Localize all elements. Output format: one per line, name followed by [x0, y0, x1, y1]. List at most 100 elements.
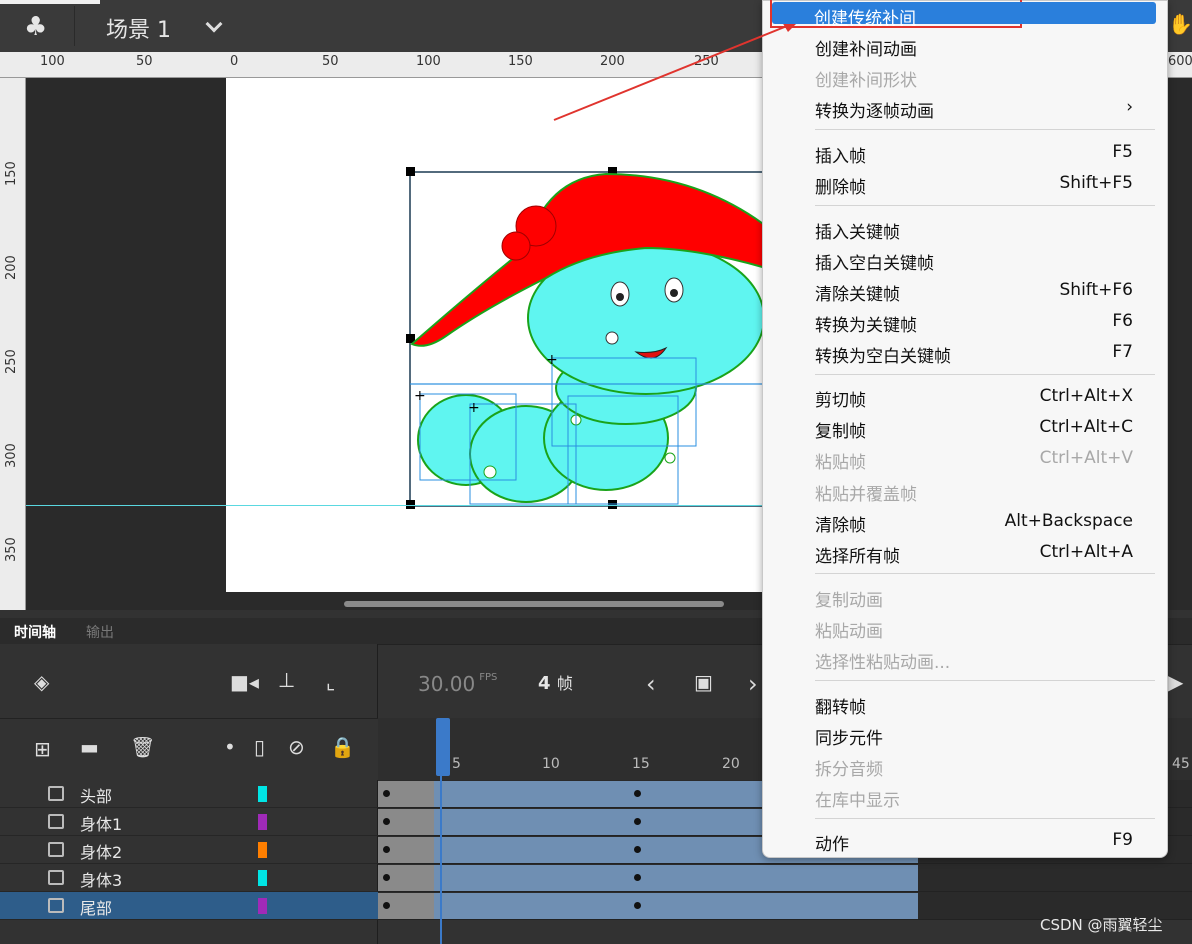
new-layer-icon[interactable]: ⊞ [34, 737, 51, 761]
horizontal-scrollbar[interactable] [344, 601, 724, 607]
layer-row[interactable]: 身体2 [0, 836, 378, 864]
graph-icon[interactable]: ⌞ [326, 670, 335, 694]
ruler-label: 150 [4, 161, 19, 186]
layers-icon[interactable]: ◈ [34, 670, 49, 694]
menu-item[interactable]: 转换为逐帧动画 › [815, 97, 1133, 125]
layer-icon [48, 786, 64, 801]
guide-line[interactable] [26, 505, 766, 506]
chevron-left-icon[interactable]: ‹ [646, 670, 656, 698]
menu-item[interactable]: 清除帧 Alt+Backspace [815, 511, 1133, 539]
layer-row[interactable]: 头部 [0, 780, 378, 808]
hand-tool-icon[interactable]: ✋ [1168, 12, 1192, 36]
frame-count: 4 [538, 673, 551, 694]
play-icon[interactable]: ▶ [1168, 670, 1183, 694]
menu-item[interactable]: 插入空白关键帧 [815, 249, 1133, 277]
menu-separator [815, 374, 1155, 375]
watermark: CSDN @雨翼轻尘 [1040, 916, 1163, 934]
ruler-label: 350 [4, 537, 19, 562]
menu-separator [815, 205, 1155, 206]
menu-item[interactable]: 复制帧 Ctrl+Alt+C [815, 417, 1133, 445]
divider [74, 6, 75, 46]
onion-skin-icon[interactable]: ▣ [694, 670, 713, 694]
layer-name[interactable]: 身体2 [80, 839, 122, 863]
menu-item: 粘贴动画 [815, 622, 883, 642]
menu-item[interactable]: 剪切帧 Ctrl+Alt+X [815, 386, 1133, 414]
menu-separator [815, 129, 1155, 130]
fps-display[interactable]: 30.00 FPS [418, 672, 497, 696]
dot-icon[interactable]: • [224, 735, 236, 759]
menu-item: 拆分音频 [815, 760, 883, 780]
fps-unit: FPS [479, 672, 498, 683]
chevron-down-icon[interactable] [205, 15, 223, 33]
layer-color-swatch[interactable] [258, 870, 267, 886]
frame-track[interactable] [378, 864, 1192, 892]
menu-item[interactable]: 转换为关键帧 F6 [815, 311, 1133, 339]
menu-separator [815, 680, 1155, 681]
menu-item[interactable]: 同步元件 [815, 724, 1133, 752]
menu-item[interactable]: 创建补间动画 [815, 35, 1133, 63]
layer-row[interactable]: 身体1 [0, 808, 378, 836]
tab-timeline[interactable]: 时间轴 [14, 622, 56, 642]
menu-item[interactable]: 动作 F9 [815, 830, 1133, 858]
layer-header: ⊞ ▬ 🗑 • ▯ ⊘ 🔒 [0, 718, 378, 780]
layer-row[interactable]: 身体3 [0, 864, 378, 892]
playhead[interactable] [436, 718, 450, 776]
menu-item[interactable]: 翻转帧 [815, 693, 1133, 721]
ruler-label: 300 [4, 443, 19, 468]
ruler-label: 200 [4, 255, 19, 280]
lock-icon[interactable]: 🔒 [330, 735, 355, 759]
layer-color-swatch[interactable] [258, 786, 267, 802]
ruler-label: 0 [230, 54, 239, 69]
window-edge [0, 0, 100, 4]
menu-item: 在库中显示 [815, 791, 900, 811]
camera-icon[interactable]: ■◂ [230, 670, 259, 694]
caterpillar-artwork[interactable]: + + + [226, 78, 771, 592]
layer-color-swatch[interactable] [258, 814, 267, 830]
ruler-label: 200 [600, 54, 625, 69]
menu-item[interactable]: 转换为空白关键帧 F7 [815, 342, 1133, 370]
layer-icon [48, 898, 64, 913]
ruler-label: 50 [136, 54, 153, 69]
scene-title[interactable]: 场景 1 [106, 12, 171, 44]
ruler-label: 250 [4, 349, 19, 374]
svg-text:+: + [468, 400, 480, 416]
layer-name[interactable]: 头部 [80, 783, 112, 807]
layer-name[interactable]: 身体1 [80, 811, 122, 835]
ruler-label: 150 [508, 54, 533, 69]
layer-icon [48, 842, 64, 857]
ruler-label: 100 [416, 54, 441, 69]
outline-icon[interactable]: ▯ [254, 735, 265, 759]
layer-icon [48, 870, 64, 885]
chevron-right-icon[interactable]: › [748, 670, 758, 698]
current-frame[interactable]: 4 帧 [538, 670, 573, 694]
layer-color-swatch[interactable] [258, 842, 267, 858]
svg-text:+: + [546, 352, 558, 368]
frame-number: 20 [722, 756, 740, 772]
menu-item-create-classic-tween-label[interactable]: 创建传统补间 [814, 4, 1132, 32]
menu-item[interactable]: 删除帧 Shift+F5 [815, 173, 1133, 201]
menu-item[interactable]: 选择所有帧 Ctrl+Alt+A [815, 542, 1133, 570]
menu-item: 复制动画 [815, 591, 883, 611]
layer-name[interactable]: 尾部 [80, 895, 112, 919]
layer-color-swatch[interactable] [258, 898, 267, 914]
layer-name[interactable]: 身体3 [80, 867, 122, 891]
svg-text:+: + [414, 388, 426, 404]
menu-item: 粘贴并覆盖帧 [815, 485, 917, 505]
menu-separator [815, 573, 1155, 574]
menu-item[interactable]: 插入帧 F5 [815, 142, 1133, 170]
hierarchy-icon[interactable]: ⊥ [278, 668, 295, 692]
frame-unit: 帧 [556, 674, 573, 693]
folder-icon[interactable]: ▬ [80, 735, 99, 759]
menu-item[interactable]: 清除关键帧 Shift+F6 [815, 280, 1133, 308]
vertical-ruler: 150 200 250 300 350 400 [0, 78, 26, 656]
club-icon[interactable]: ♣ [24, 12, 47, 42]
hide-icon[interactable]: ⊘ [288, 735, 305, 759]
tab-output[interactable]: 输出 [86, 622, 114, 642]
frame-number: 45 [1172, 756, 1190, 772]
stage[interactable]: + + + [226, 78, 771, 592]
trash-icon[interactable]: 🗑 [130, 735, 155, 759]
menu-item[interactable]: 插入关键帧 [815, 218, 1133, 246]
chevron-right-icon: › [1126, 97, 1133, 117]
menu-item: 粘贴帧 Ctrl+Alt+V [815, 448, 1133, 473]
layer-row-selected[interactable]: 尾部 [0, 892, 378, 920]
